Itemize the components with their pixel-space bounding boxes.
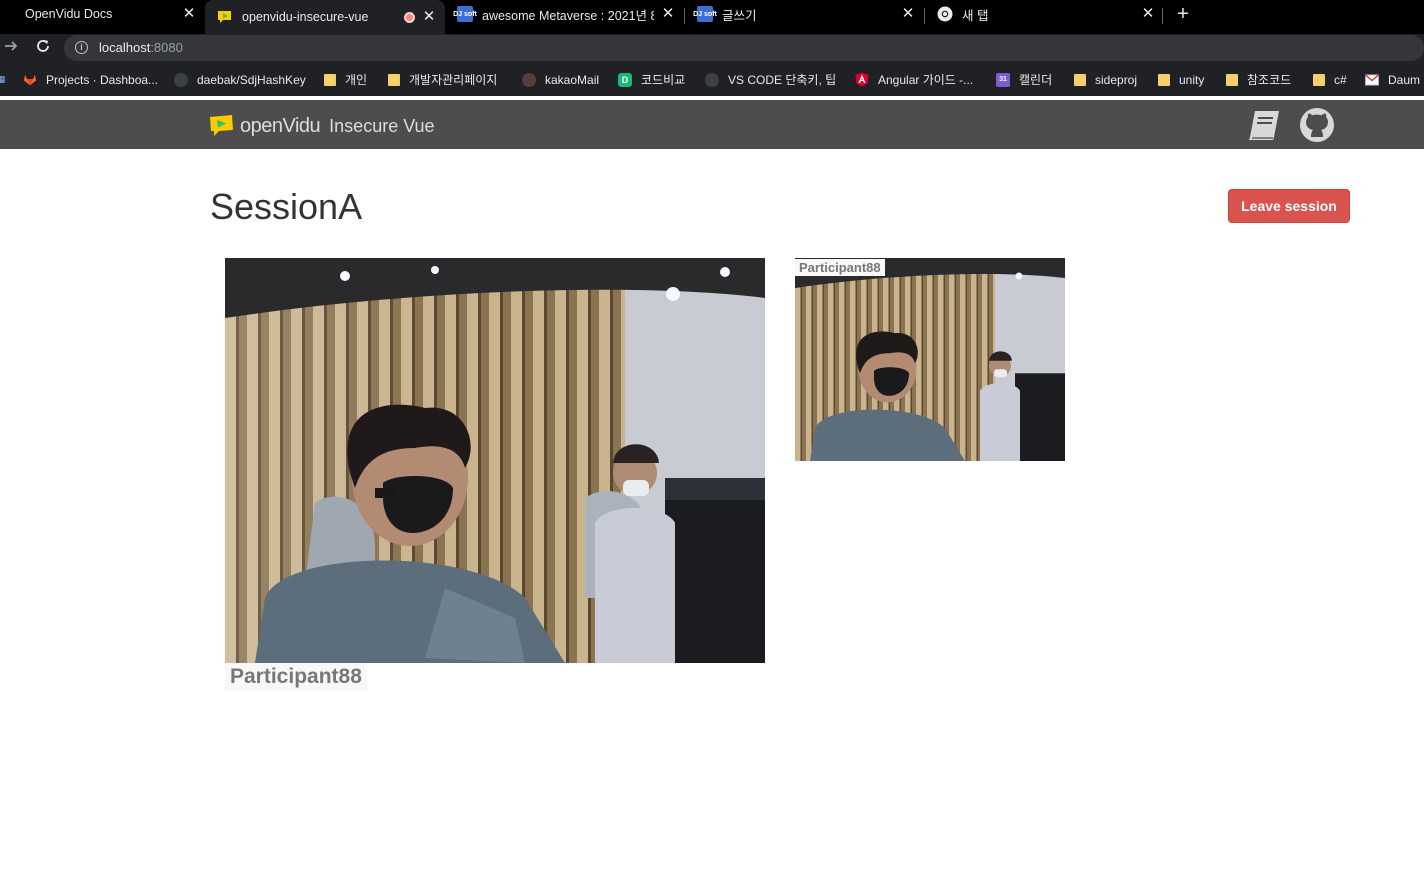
close-icon[interactable]: ✕ (181, 6, 197, 22)
openvidu-icon (217, 9, 233, 25)
bookmark-folder-devadmin[interactable]: 개발자관리페이지 (388, 71, 497, 88)
close-icon[interactable]: ✕ (660, 6, 676, 22)
tab-new-tab[interactable]: 새 탭 ✕ (925, 0, 1164, 28)
tab-openvidu-insecure-vue[interactable]: openvidu-insecure-vue ✕ (205, 0, 445, 34)
github-icon (174, 72, 188, 87)
github-icon (705, 72, 719, 87)
address-bar[interactable]: i localhost:8080 (64, 35, 1424, 61)
session-title: SessionA (210, 186, 363, 227)
tab-title: 글쓰기 (722, 8, 757, 23)
angular-icon (855, 72, 869, 87)
camera-feed-image (225, 258, 765, 663)
brand-subtitle: Insecure Vue (329, 115, 435, 136)
bookmark-kakaomail[interactable]: kakaoMail (522, 71, 599, 88)
bookmark-label: Projects · Dashboa... (46, 72, 159, 87)
folder-icon (1074, 73, 1086, 86)
tab-title: 새 탭 (962, 8, 989, 23)
tab-awesome-metaverse[interactable]: DJ soft awesome Metaverse : 2021년 8 ✕ (445, 0, 684, 28)
recording-indicator-icon (404, 11, 415, 23)
bookmark-folder-sideproj[interactable]: sideproj (1074, 71, 1137, 88)
djsoft-icon: DJ soft (693, 6, 717, 22)
apps-icon: ▦ (0, 74, 6, 84)
main-participant-name: Participant88 (225, 663, 367, 691)
gitlab-icon (23, 73, 37, 87)
bookmark-label: unity (1179, 72, 1205, 87)
site-info-icon[interactable]: i (75, 41, 88, 54)
bookmark-label: 개발자관리페이지 (409, 73, 498, 87)
bookmark-label: 개인 (345, 73, 368, 87)
tab-title: OpenVidu Docs (25, 7, 113, 21)
tab-title: openvidu-insecure-vue (242, 10, 369, 24)
bookmark-label: sideproj (1095, 72, 1138, 87)
tab-openvidu-docs[interactable]: OpenVidu Docs ✕ (0, 0, 205, 28)
arrow-right-icon (5, 41, 18, 51)
tab-separator (1162, 8, 1163, 24)
close-icon[interactable]: ✕ (1140, 6, 1156, 22)
tab-title: awesome Metaverse : 2021년 8 (482, 8, 654, 23)
bookmark-daum[interactable]: Daum (1365, 71, 1420, 88)
close-icon[interactable]: ✕ (421, 9, 437, 25)
forward-button[interactable] (1, 38, 21, 58)
bookmark-label: c# (1334, 72, 1347, 87)
leave-session-button[interactable]: Leave session (1228, 189, 1350, 223)
github-link[interactable] (1298, 107, 1336, 143)
app-navbar: openVidu Insecure Vue (0, 100, 1424, 149)
camera-feed-image (795, 258, 1065, 461)
bookmark-folder-unity[interactable]: unity (1158, 71, 1204, 88)
openvidu-logo-icon (210, 115, 234, 137)
brand-name: openVidu (240, 114, 321, 137)
folder-icon (1226, 73, 1238, 86)
docs-link[interactable] (1246, 107, 1284, 143)
openvidu-icon (0, 6, 16, 22)
bookmark-label: Angular 가이드 -... (878, 73, 974, 87)
reload-button[interactable] (33, 38, 53, 58)
bookmark-label: 코드비교 (641, 73, 686, 87)
bookmark-folder-csharp[interactable]: c# (1313, 71, 1347, 88)
bookmark-folder-personal[interactable]: 개인 (324, 71, 367, 88)
bookmark-label: Daum (1388, 72, 1421, 87)
bookmark-angular-guide[interactable]: Angular 가이드 -... (855, 71, 973, 88)
bookmark-apps[interactable]: ▦ (0, 71, 17, 88)
folder-icon (388, 73, 400, 86)
folder-icon (1158, 73, 1170, 86)
url-host: localhost (99, 40, 151, 55)
bookmark-label: daebak/SdjHashKey (197, 72, 306, 87)
publisher-video[interactable] (795, 258, 1065, 461)
github-icon (1300, 108, 1334, 142)
bookmark-folder-reference-code[interactable]: 참조코드 (1226, 71, 1291, 88)
bookmark-label: kakaoMail (545, 72, 600, 87)
bookmark-label: 캘린더 (1019, 73, 1053, 87)
diff-icon: D (618, 72, 632, 87)
bookmarks-bar: ▦ Projects · Dashboa... daebak/SdjHashKe… (0, 62, 1424, 96)
folder-icon (324, 73, 336, 86)
bookmark-calendar[interactable]: 31 캘린더 (996, 71, 1052, 88)
bookmark-code-diff[interactable]: D 코드비교 (618, 71, 685, 88)
bookmark-label: VS CODE 단축키, 팁 (728, 73, 837, 87)
close-icon[interactable]: ✕ (900, 6, 916, 22)
browser-tab-strip: OpenVidu Docs ✕ openvidu-insecure-vue ✕ … (0, 0, 1424, 34)
kakao-icon (522, 72, 536, 87)
djsoft-icon: DJ soft (453, 6, 477, 22)
bookmark-sdjhashkey[interactable]: daebak/SdjHashKey (174, 71, 306, 88)
url-port: :8080 (150, 40, 183, 55)
book-icon (1249, 111, 1279, 140)
browser-toolbar: i localhost:8080 (0, 34, 1424, 62)
chrome-icon (937, 6, 953, 22)
brand-link[interactable]: openVidu Insecure Vue (210, 114, 435, 138)
folder-icon (1313, 73, 1325, 86)
reload-icon (37, 40, 49, 52)
new-tab-button[interactable]: + (1172, 3, 1194, 25)
publisher-participant-name: Participant88 (795, 259, 885, 276)
bookmark-label: 참조코드 (1247, 73, 1292, 87)
bookmark-vscode-tips[interactable]: VS CODE 단축키, 팁 (705, 71, 836, 88)
tab-write[interactable]: DJ soft 글쓰기 ✕ (685, 0, 924, 28)
bookmark-projects[interactable]: Projects · Dashboa... (23, 71, 158, 88)
address-url: localhost:8080 (99, 40, 183, 55)
mail-icon (1365, 73, 1379, 87)
calendar-icon: 31 (996, 72, 1010, 87)
main-video[interactable] (225, 258, 765, 663)
